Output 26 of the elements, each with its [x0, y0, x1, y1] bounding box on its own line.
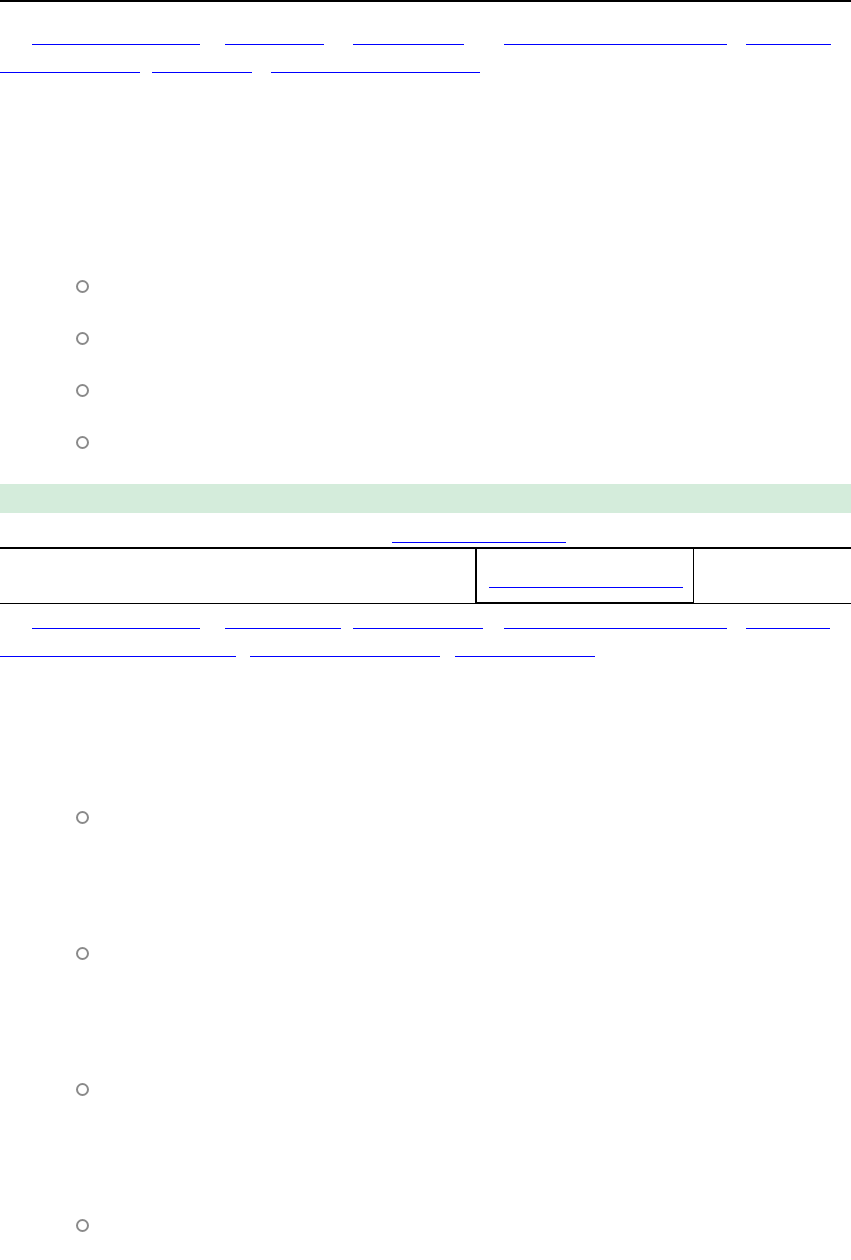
- link-underline[interactable]: [504, 44, 727, 45]
- radio-button[interactable]: [76, 280, 89, 293]
- link-underline[interactable]: [0, 656, 236, 657]
- radio-button[interactable]: [76, 1219, 89, 1232]
- link-underline[interactable]: [746, 44, 831, 45]
- radio-button[interactable]: [76, 436, 89, 449]
- link-underline[interactable]: [250, 656, 440, 657]
- radio-button[interactable]: [76, 332, 89, 345]
- link-underline[interactable]: [353, 44, 464, 45]
- link-underline[interactable]: [455, 656, 595, 657]
- link-underline[interactable]: [152, 72, 252, 73]
- link-underline[interactable]: [353, 628, 483, 629]
- link-underline[interactable]: [504, 628, 727, 629]
- link-underline[interactable]: [32, 628, 200, 629]
- link-underline[interactable]: [489, 587, 683, 588]
- radio-button[interactable]: [76, 1083, 89, 1096]
- radio-button[interactable]: [76, 384, 89, 397]
- link-underline[interactable]: [0, 72, 140, 73]
- link-underline[interactable]: [225, 628, 341, 629]
- link-underline[interactable]: [746, 628, 830, 629]
- link-underline[interactable]: [271, 72, 480, 73]
- link-underline[interactable]: [392, 542, 566, 543]
- radio-button[interactable]: [76, 811, 89, 824]
- link-underline[interactable]: [225, 44, 324, 45]
- radio-button[interactable]: [76, 947, 89, 960]
- link-underline[interactable]: [32, 44, 200, 45]
